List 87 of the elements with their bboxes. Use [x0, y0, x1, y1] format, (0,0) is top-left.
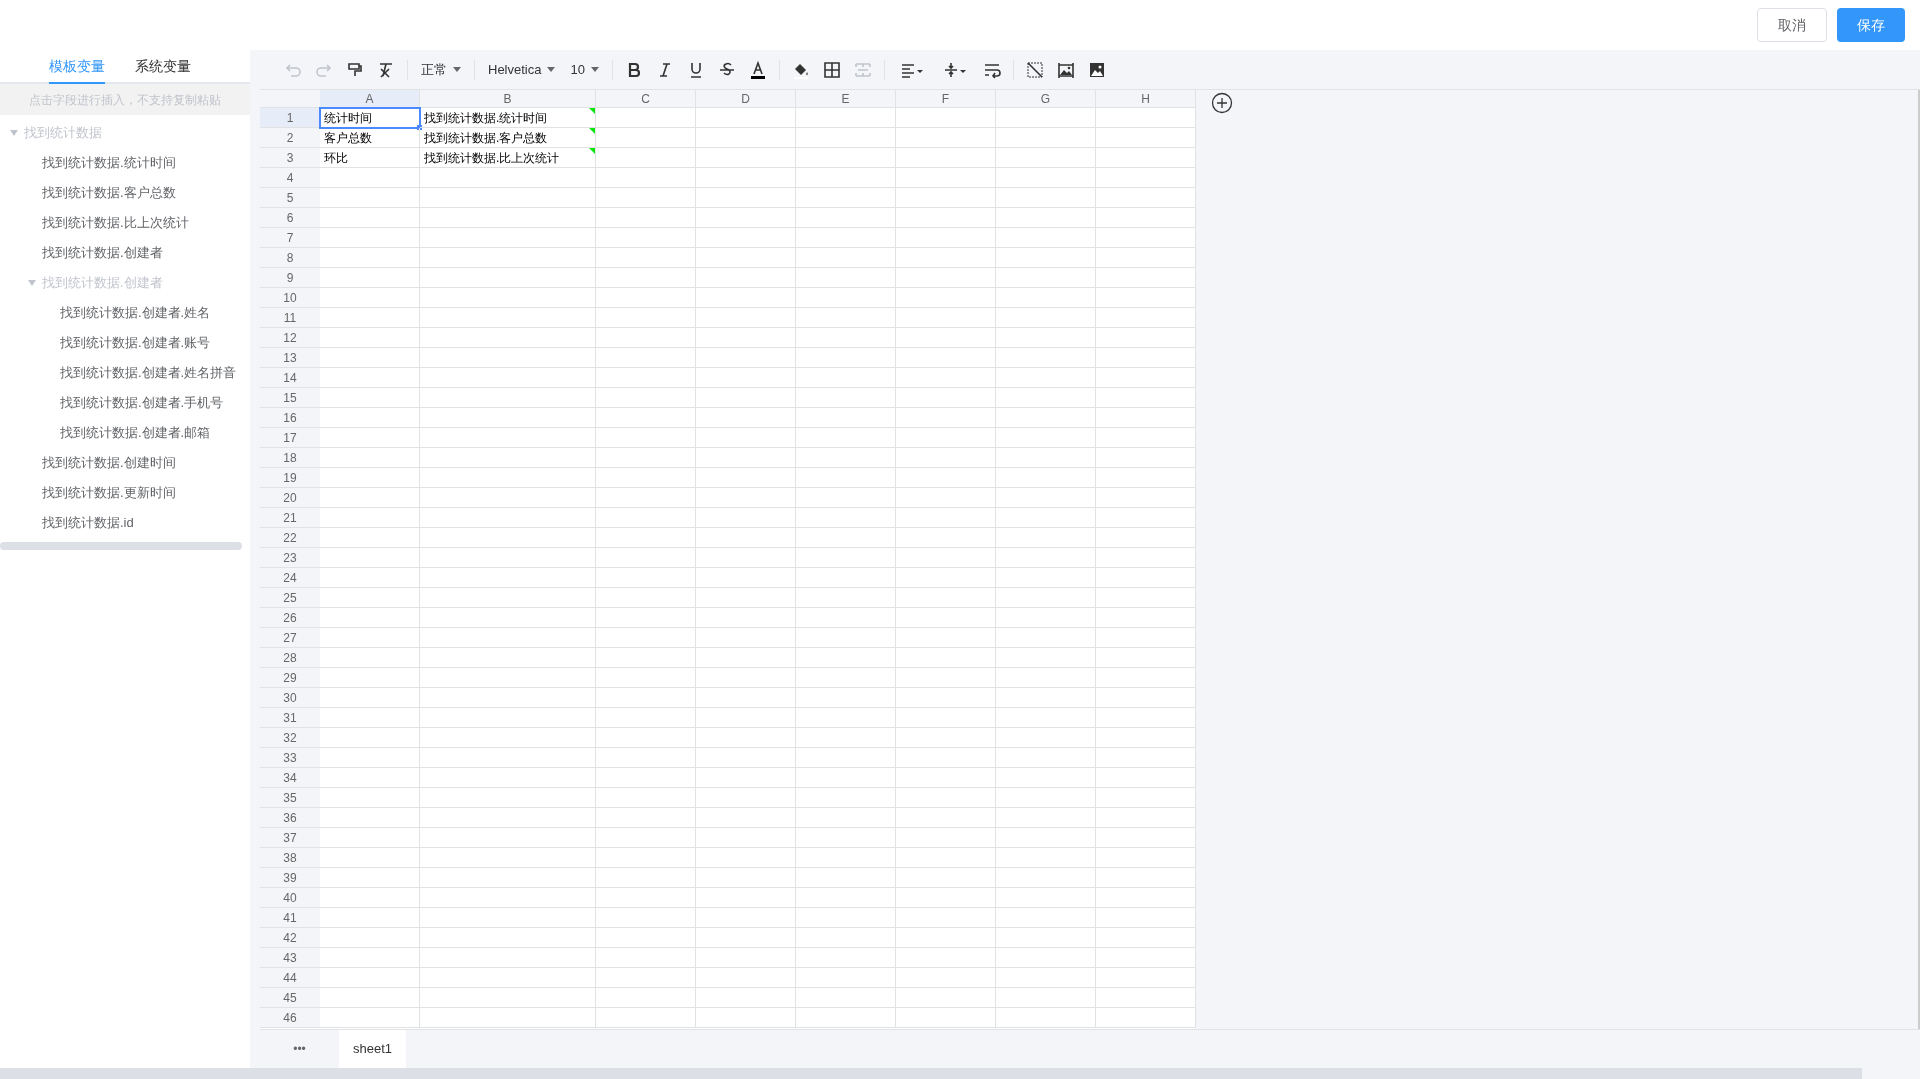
row-header[interactable]: 8: [260, 248, 320, 268]
row-header[interactable]: 14: [260, 368, 320, 388]
row-header[interactable]: 2: [260, 128, 320, 148]
toolbar-dropdown[interactable]: Helvetica: [483, 55, 561, 84]
row-header[interactable]: 18: [260, 448, 320, 468]
row-header[interactable]: 7: [260, 228, 320, 248]
column-header[interactable]: E: [796, 90, 896, 107]
row-header[interactable]: 6: [260, 208, 320, 228]
toolbar-dropdown[interactable]: 正常: [416, 55, 466, 84]
table-cell: 客户总数: [320, 128, 420, 148]
row-header[interactable]: 33: [260, 748, 320, 768]
scrollbar[interactable]: [0, 542, 242, 550]
row-header[interactable]: 12: [260, 328, 320, 348]
sidebar-tab[interactable]: 系统变量: [135, 50, 191, 84]
column-header[interactable]: D: [696, 90, 796, 107]
tree-item[interactable]: 找到统计数据.创建者: [42, 243, 163, 263]
row-header[interactable]: 35: [260, 788, 320, 808]
row-header[interactable]: 43: [260, 948, 320, 968]
row-header[interactable]: 5: [260, 188, 320, 208]
row-header[interactable]: 24: [260, 568, 320, 588]
table-cell: 找到统计数据.比上次统计: [420, 148, 596, 168]
caret-icon: [547, 67, 556, 72]
row-header[interactable]: 17: [260, 428, 320, 448]
table-cell: 找到统计数据.统计时间: [420, 108, 596, 128]
row-header[interactable]: 20: [260, 488, 320, 508]
row-header[interactable]: 32: [260, 728, 320, 748]
row-header[interactable]: 46: [260, 1008, 320, 1028]
fill-handle[interactable]: [417, 125, 422, 130]
add-icon[interactable]: [1211, 92, 1233, 114]
row-header[interactable]: 13: [260, 348, 320, 368]
tree-item[interactable]: 找到统计数据.创建者.姓名拼音: [60, 363, 237, 383]
row-header[interactable]: 42: [260, 928, 320, 948]
row-header[interactable]: 28: [260, 648, 320, 668]
row-header[interactable]: 19: [260, 468, 320, 488]
row-header[interactable]: 25: [260, 588, 320, 608]
tree-item[interactable]: 找到统计数据.客户总数: [42, 183, 176, 203]
tree-item[interactable]: 找到统计数据.创建时间: [42, 453, 176, 473]
cancel-button[interactable]: 取消: [1757, 8, 1827, 42]
row-header[interactable]: 1: [260, 108, 320, 128]
tree-item[interactable]: 找到统计数据.创建者.账号: [60, 333, 211, 353]
column-header[interactable]: G: [996, 90, 1096, 107]
caret-icon: [590, 67, 599, 72]
row-header[interactable]: 23: [260, 548, 320, 568]
row-header[interactable]: 36: [260, 808, 320, 828]
caret-icon: [453, 67, 461, 72]
row-header[interactable]: 21: [260, 508, 320, 528]
row-header[interactable]: 41: [260, 908, 320, 928]
row-header[interactable]: 38: [260, 848, 320, 868]
horizontal-scrollbar[interactable]: [0, 1068, 1862, 1079]
row-header[interactable]: 11: [260, 308, 320, 328]
row-header[interactable]: 4: [260, 168, 320, 188]
row-header[interactable]: 26: [260, 608, 320, 628]
sheet-tab[interactable]: sheet1: [339, 1030, 407, 1068]
table-cell: 找到统计数据.客户总数: [420, 128, 596, 148]
column-header[interactable]: C: [596, 90, 696, 107]
row-header[interactable]: 44: [260, 968, 320, 988]
column-header[interactable]: H: [1096, 90, 1196, 107]
row-header[interactable]: 40: [260, 888, 320, 908]
tree-item[interactable]: 找到统计数据.id: [42, 513, 134, 533]
row-header[interactable]: 22: [260, 528, 320, 548]
row-header[interactable]: 9: [260, 268, 320, 288]
toolbar-dropdown[interactable]: 10: [565, 55, 604, 84]
row-header[interactable]: 30: [260, 688, 320, 708]
table-cell: 环比: [320, 148, 420, 168]
tree-item[interactable]: 找到统计数据.创建者.邮箱: [60, 423, 211, 443]
row-header[interactable]: 37: [260, 828, 320, 848]
tree-item[interactable]: 找到统计数据.创建者.姓名: [60, 303, 211, 323]
row-header[interactable]: 3: [260, 148, 320, 168]
save-button[interactable]: 保存: [1837, 8, 1905, 42]
tree-item[interactable]: 找到统计数据.更新时间: [42, 483, 176, 503]
row-header[interactable]: 31: [260, 708, 320, 728]
table-cell: 统计时间: [320, 108, 420, 128]
row-header[interactable]: 45: [260, 988, 320, 1008]
row-header[interactable]: 29: [260, 668, 320, 688]
column-header[interactable]: B: [420, 90, 596, 107]
row-header[interactable]: 16: [260, 408, 320, 428]
row-header[interactable]: 27: [260, 628, 320, 648]
tree-item[interactable]: 找到统计数据.统计时间: [42, 153, 176, 173]
more-menu[interactable]: •••: [260, 1030, 339, 1068]
tree-item[interactable]: 找到统计数据.创建者.手机号: [60, 393, 224, 413]
tree-item[interactable]: 找到统计数据.比上次统计: [42, 213, 189, 233]
row-header[interactable]: 15: [260, 388, 320, 408]
row-header[interactable]: 39: [260, 868, 320, 888]
column-header[interactable]: F: [896, 90, 996, 107]
row-header[interactable]: 10: [260, 288, 320, 308]
row-header[interactable]: 34: [260, 768, 320, 788]
column-header[interactable]: A: [320, 90, 420, 107]
